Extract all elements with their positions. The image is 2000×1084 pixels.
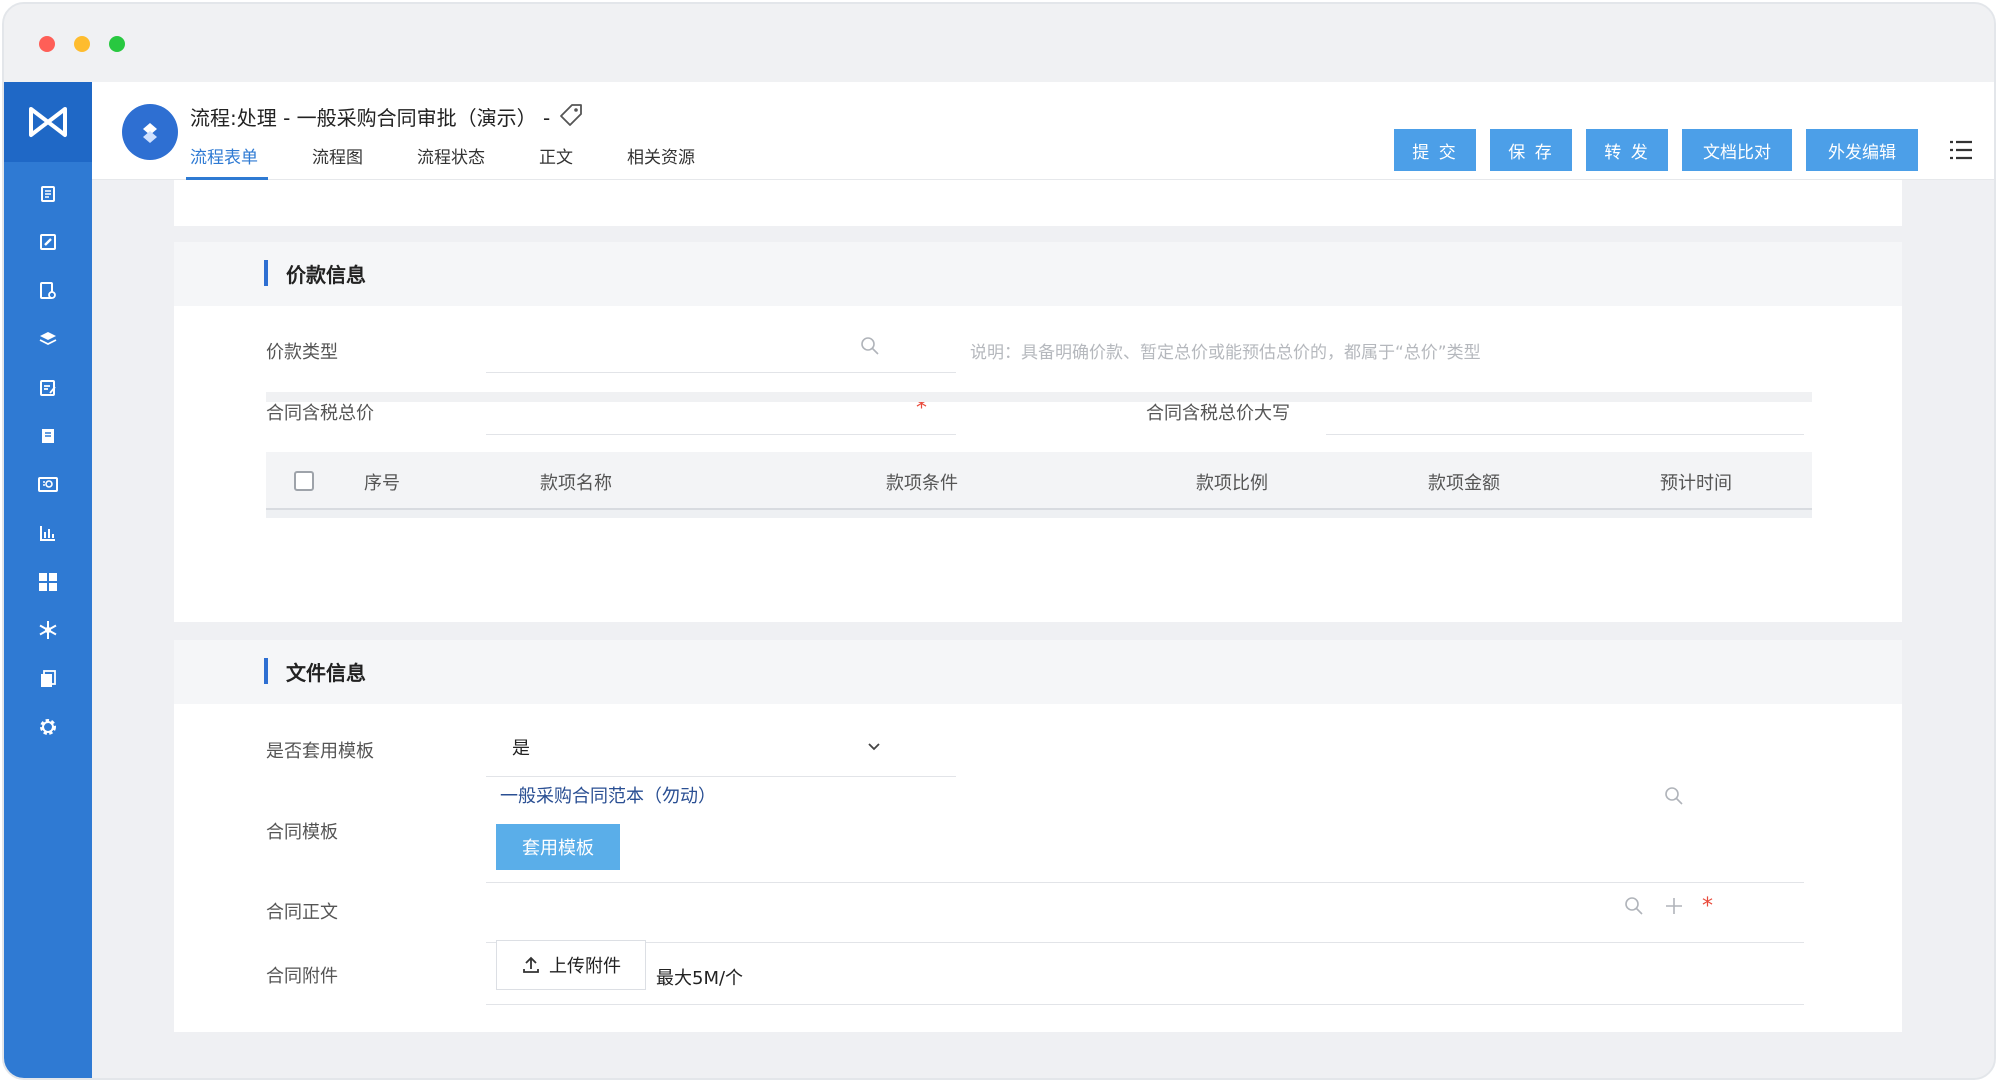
tab-body-text[interactable]: 正文 — [539, 142, 573, 180]
layers-icon[interactable] — [34, 325, 62, 353]
column-header: 序号 — [364, 473, 400, 494]
use-template-select[interactable]: 是 — [512, 734, 530, 760]
use-template-label: 是否套用模板 — [266, 741, 374, 762]
tag-icon[interactable] — [558, 102, 584, 128]
main-content: 价款信息 价款类型 说明：具备明确价款、暂定总价或能预估总价的，都属于“总价”类… — [92, 180, 1994, 1078]
total-price-upper-input[interactable] — [1326, 434, 1804, 435]
edit-icon[interactable] — [34, 228, 62, 256]
price-section: 价款信息 价款类型 说明：具备明确价款、暂定总价或能预估总价的，都属于“总价”类… — [174, 242, 1902, 622]
process-avatar — [122, 104, 178, 160]
column-header: 款项条件 — [886, 473, 958, 494]
book-icon[interactable] — [34, 422, 62, 450]
toolbar: 提 交 保 存 转 发 文档比对 外发编辑 — [1394, 129, 1932, 171]
chevron-down-icon[interactable] — [866, 738, 882, 754]
close-window-button[interactable] — [39, 36, 55, 52]
app-logo[interactable] — [4, 82, 92, 162]
price-type-input[interactable] — [486, 372, 956, 373]
page-header: 流程:处理 - 一般采购合同审批（演示） - 流程表单 流程图 流程状态 正文 … — [92, 82, 1994, 180]
price-section-title: 价款信息 — [286, 263, 366, 287]
body-add-icon[interactable] — [1664, 896, 1684, 916]
grid-icon[interactable] — [34, 568, 62, 596]
template-link[interactable]: 一般采购合同范本（勿动） — [500, 782, 716, 808]
section-marker — [264, 260, 268, 286]
upload-attachment-button[interactable]: 上传附件 — [496, 940, 646, 990]
price-type-search-icon[interactable] — [860, 336, 880, 356]
template-search-icon[interactable] — [1664, 786, 1684, 806]
table-divider — [266, 392, 1812, 402]
file-section-title: 文件信息 — [286, 661, 366, 685]
payment-table-header: 序号 款项名称 款项条件 款项比例 款项金额 预计时间 — [266, 452, 1812, 510]
column-header: 款项比例 — [1196, 473, 1268, 494]
page-title: 流程:处理 - 一般采购合同审批（演示） - — [190, 106, 551, 130]
tab-related-resources[interactable]: 相关资源 — [627, 142, 695, 180]
settings-icon[interactable] — [34, 713, 62, 741]
column-header: 预计时间 — [1660, 473, 1732, 494]
required-mark: * — [1702, 894, 1713, 919]
copy-icon[interactable] — [34, 665, 62, 693]
select-all-checkbox[interactable] — [294, 471, 314, 491]
edit-note-icon[interactable] — [34, 374, 62, 402]
body-text-underline — [486, 942, 1804, 943]
template-label: 合同模板 — [266, 822, 338, 843]
total-price-upper-label: 合同含税总价大写 — [1146, 403, 1290, 424]
upload-icon — [523, 956, 539, 973]
table-footer — [266, 510, 1812, 518]
monitor-search-icon[interactable] — [34, 471, 62, 499]
app-window: 流程:处理 - 一般采购合同审批（演示） - 流程表单 流程图 流程状态 正文 … — [2, 2, 1996, 1080]
tab-bar: 流程表单 流程图 流程状态 正文 相关资源 — [186, 142, 749, 180]
form-top-card — [174, 180, 1902, 226]
bar-chart-icon[interactable] — [34, 519, 62, 547]
process-icon — [143, 123, 157, 143]
body-search-icon[interactable] — [1624, 896, 1644, 916]
forward-button[interactable]: 转 发 — [1586, 129, 1668, 171]
logo-icon — [29, 107, 67, 137]
tab-flowchart[interactable]: 流程图 — [312, 142, 363, 180]
price-section-header: 价款信息 — [174, 242, 1902, 306]
tab-process-form[interactable]: 流程表单 — [186, 142, 268, 180]
snowflake-icon[interactable] — [34, 616, 62, 644]
attachment-underline — [486, 1004, 1804, 1005]
title-bar — [4, 4, 1994, 82]
maximize-window-button[interactable] — [109, 36, 125, 52]
save-button[interactable]: 保 存 — [1490, 129, 1572, 171]
minimize-window-button[interactable] — [74, 36, 90, 52]
file-section-header: 文件信息 — [174, 640, 1902, 704]
column-header: 款项金额 — [1428, 473, 1500, 494]
column-header: 款项名称 — [540, 473, 612, 494]
submit-button[interactable]: 提 交 — [1394, 129, 1476, 171]
use-template-underline — [486, 776, 956, 777]
doc-icon[interactable] — [34, 180, 62, 208]
template-underline — [486, 882, 1804, 883]
body-text-label: 合同正文 — [266, 902, 338, 923]
total-price-input[interactable] — [486, 434, 956, 435]
section-marker — [264, 658, 268, 684]
doc-search-icon[interactable] — [34, 277, 62, 305]
upload-button-label: 上传附件 — [549, 956, 621, 977]
attachment-label: 合同附件 — [266, 966, 338, 987]
total-price-label: 合同含税总价 — [266, 403, 374, 424]
sidebar — [4, 82, 92, 1078]
apply-template-button[interactable]: 套用模板 — [496, 824, 620, 870]
upload-limit-text: 最大5M/个 — [656, 968, 744, 989]
file-section: 文件信息 是否套用模板 是 一般采购合同范本（勿动） 合同模板 套用模板 合同正… — [174, 640, 1902, 1032]
external-edit-button[interactable]: 外发编辑 — [1806, 129, 1918, 171]
tab-process-status[interactable]: 流程状态 — [417, 142, 485, 180]
price-type-label: 价款类型 — [266, 342, 338, 363]
price-type-hint: 说明：具备明确价款、暂定总价或能预估总价的，都属于“总价”类型 — [970, 343, 1481, 363]
compare-docs-button[interactable]: 文档比对 — [1682, 129, 1792, 171]
list-menu-icon[interactable] — [1948, 138, 1974, 162]
